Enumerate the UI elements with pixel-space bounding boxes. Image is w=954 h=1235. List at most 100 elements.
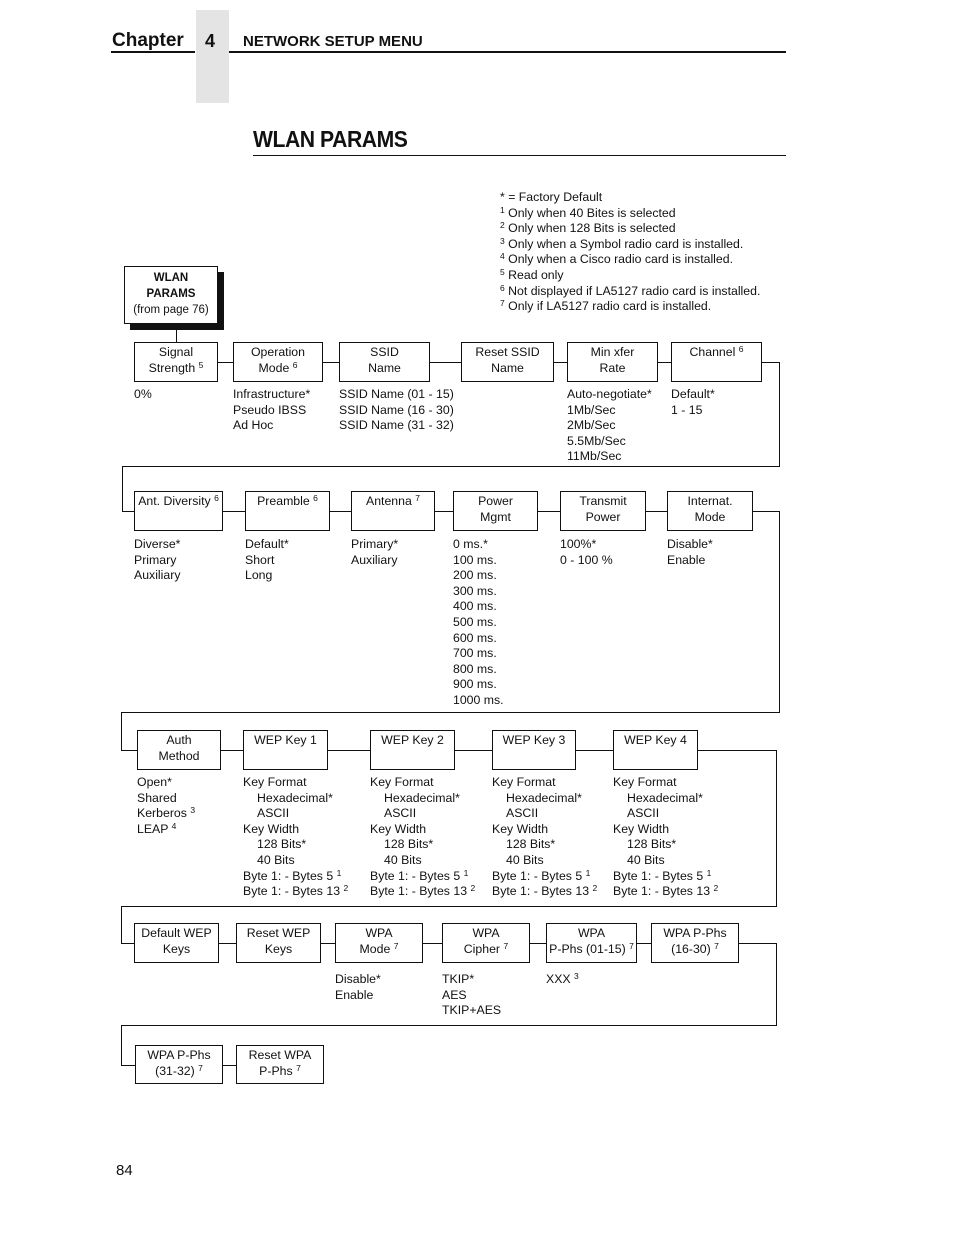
connector-line [776,943,777,1026]
node-label-line2: Mode [694,509,726,524]
option-item: AES [442,987,467,1002]
footnote-mark: 2 [713,883,719,894]
option-list: Primary* Auxiliary [351,537,398,568]
footnote-mark: 3 [500,235,505,246]
option-list: Default* Short Long [245,537,289,584]
option-item: Byte 1: - Bytes 5 1 [370,867,469,883]
menu-node: Reset WEP Keys [236,923,321,963]
menu-node: Preamble 6 [245,491,330,531]
option-item: Disable* [335,972,381,986]
footnote-mark: 6 [292,359,298,370]
node-label-line2: Mgmt [480,509,511,524]
connector-line [530,943,546,944]
node-label-line1: Antenna [366,494,412,508]
menu-node: WEP Key 4 [613,730,698,770]
option-list: SSID Name (01 - 15) SSID Name (16 - 30) SS… [339,387,454,434]
chapter-number: 4 [205,31,216,51]
option-item: 128 Bits* [627,837,677,852]
option-item: Hexadecimal* [506,790,582,805]
connector-line [430,362,461,363]
connector-line [739,943,776,944]
option-item: Byte 1: - Bytes 13 2 [370,883,476,899]
option-item: 1 - 15 [671,402,703,417]
option-item: Enable [667,552,706,567]
menu-node: WEP Key 2 [370,730,455,770]
option-item: 300 ms. [453,583,497,598]
connector-line [779,362,780,467]
menu-node: Signal Strength 5 [134,342,218,382]
option-item: ASCII [384,806,417,821]
node-label-line2: Method [158,748,200,763]
option-item: Hexadecimal* [627,790,703,805]
footnote-mark: 4 [171,820,177,831]
option-item: 40 Bits [257,852,295,867]
footnote-mark: 1 [706,867,712,878]
footnote-mark: 1 [585,867,591,878]
connector-line [637,943,651,944]
option-list: 100%* 0 - 100 % [560,537,613,568]
option-item: 400 ms. [453,599,497,614]
node-label-line1: Internat. [687,494,733,508]
footnote-mark: 7 [296,1062,301,1073]
connector-line [328,750,370,751]
option-list: TKIP* AES TKIP+AES [442,972,501,1019]
option-list: Key Format Hexadecimal* ASCII Key Width 128 … [243,775,348,900]
option-list: Disable* Enable [667,537,713,568]
menu-node: Reset WPA P-Phs 7 [236,1045,324,1084]
footnote-mark: 2 [592,883,598,894]
connector-line [538,511,560,512]
option-item: Key Format [243,775,307,789]
connector-line [646,511,667,512]
menu-node: Operation Mode 6 [233,342,323,382]
header-rule [111,51,195,53]
connector-line [762,362,779,363]
footnote-mark: 7 [714,940,719,951]
node-label-line1: Preamble [257,494,310,508]
footnote-mark: 3 [190,805,196,816]
option-item: 5.5Mb/Sec [567,433,626,448]
footnote-mark: 1 [463,867,469,878]
root-line1: WLAN [153,272,189,284]
chapter-tab [196,10,229,103]
option-item: ASCII [257,806,290,821]
option-item: Key Width [243,821,300,836]
legend-item: 3 Only when a Symbol radio card is insta… [500,235,744,251]
legend-item: 4 Only when a Cisco radio card is instal… [500,251,734,267]
legend-item: 2 Only when 128 Bits is selected [500,220,676,236]
node-label-line2: Mode [258,360,290,375]
option-item: Key Format [370,775,434,789]
node-label-line1: WPA P-Phs [147,1048,211,1062]
footnote-mark: 1 [500,204,505,215]
menu-node: WEP Key 1 [243,730,328,770]
option-item: Infrastructure* [233,387,311,401]
connector-line [554,362,567,363]
node-label-line1: WEP Key 1 [254,733,317,747]
option-item: Default* [245,537,289,551]
node-label-line1: Channel [689,345,736,359]
connector-line [455,750,492,751]
option-item: Byte 1: - Bytes 13 2 [613,883,719,899]
menu-node: WPA Mode 7 [335,923,423,963]
option-item: Ad Hoc [233,418,274,433]
option-item: Default* [671,387,715,401]
option-item: Byte 1: - Bytes 5 1 [243,867,342,883]
connector-line [121,1025,122,1066]
option-item: 0 ms.* [453,537,488,551]
footnote-mark: 7 [503,940,509,951]
connector-line [176,324,177,342]
connector-line [219,943,236,944]
node-label-line2: Keys [162,941,191,956]
option-item: 900 ms. [453,677,497,692]
option-item: ASCII [627,806,660,821]
page-title: WLAN PARAMS [253,126,408,152]
node-label-line1: Reset SSID [475,345,540,359]
option-item: Hexadecimal* [257,790,333,805]
option-item: Key Width [370,821,427,836]
section-heading: NETWORK SETUP MENU [243,33,423,50]
node-label-line2: P-Phs (01-15) [549,941,626,956]
menu-node: Reset SSID Name [461,342,554,382]
connector-line [121,750,137,751]
footnote-mark: 6 [214,493,219,503]
option-item: LEAP 4 [137,820,177,836]
option-list: XXX 3 [546,971,579,988]
